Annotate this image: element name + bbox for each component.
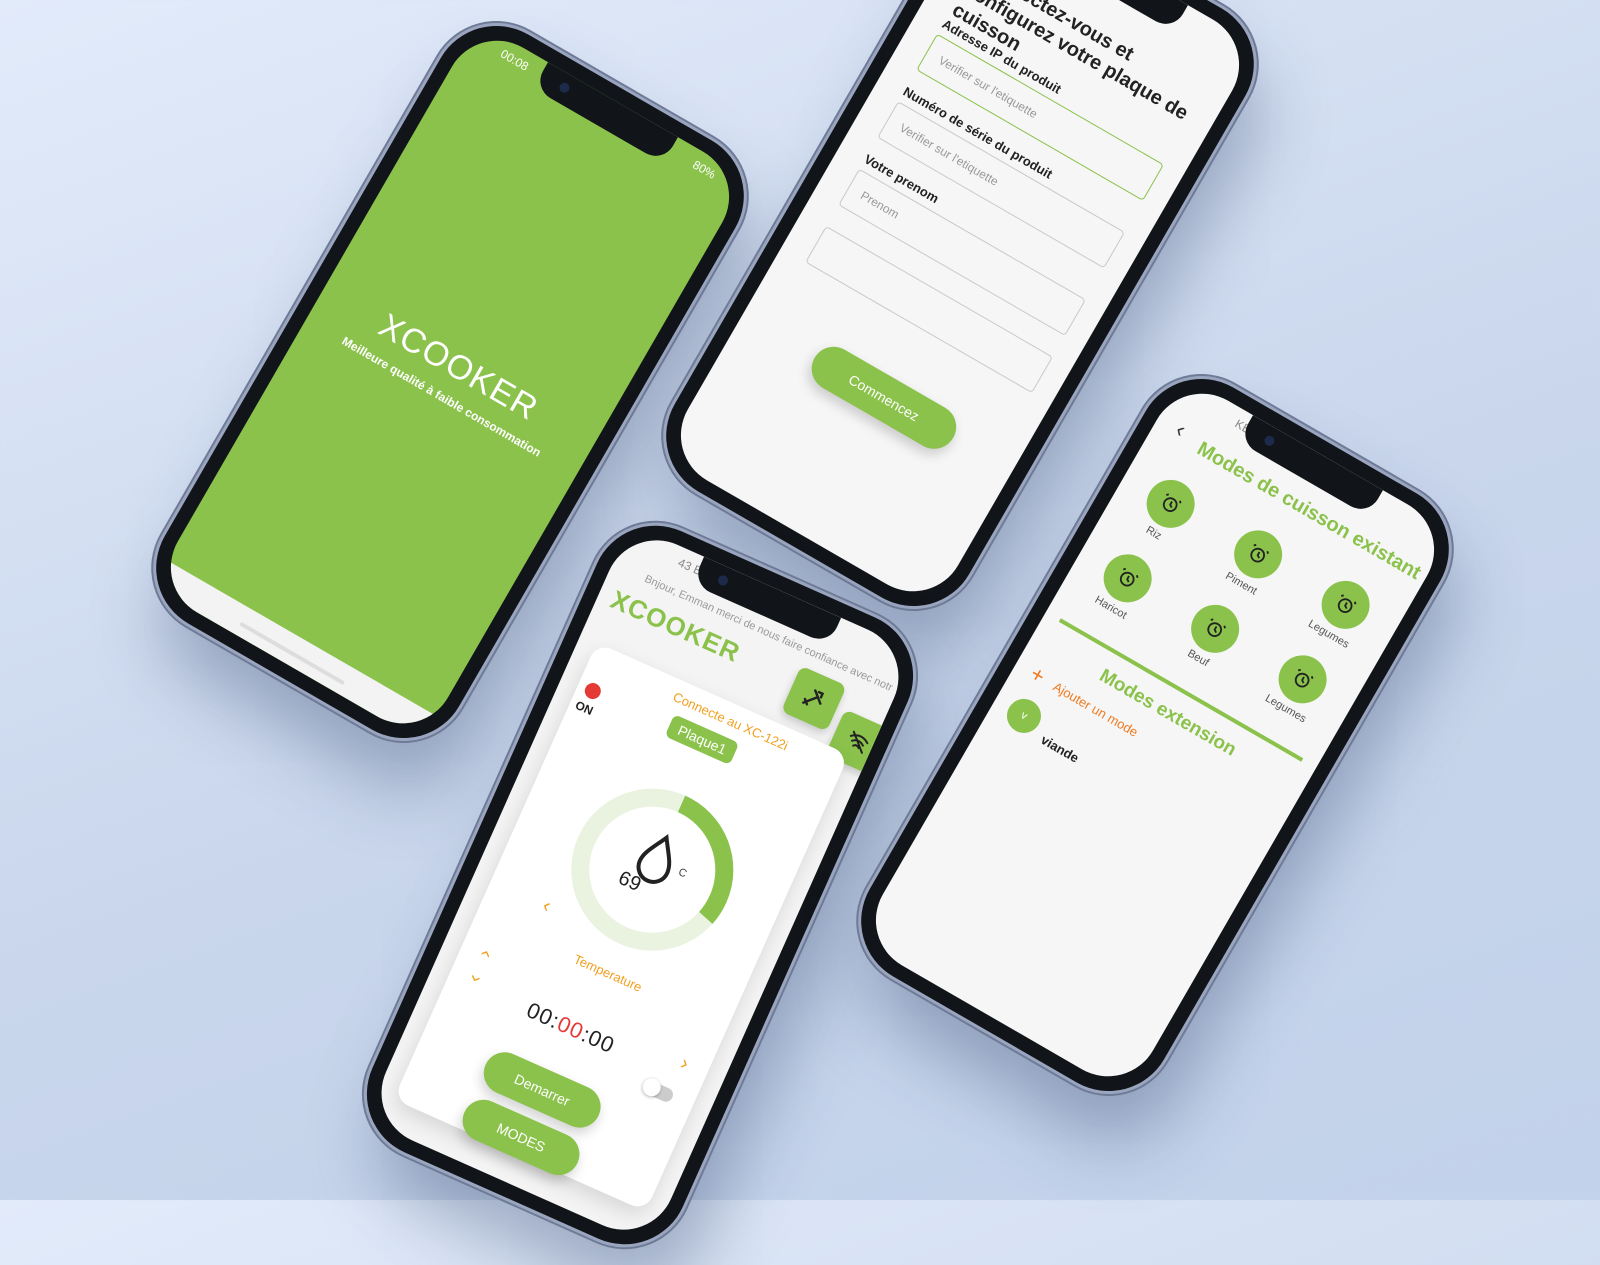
timer-next-chevron-icon[interactable]: › bbox=[677, 1052, 692, 1076]
temperature-label: Temperature bbox=[571, 951, 645, 995]
back-arrow-icon[interactable]: ‹ bbox=[1171, 417, 1190, 443]
power-indicator bbox=[582, 680, 604, 702]
timer-toggle[interactable] bbox=[642, 1078, 676, 1104]
status-battery: 80% bbox=[690, 157, 719, 182]
mode-item[interactable]: Haricot bbox=[1073, 538, 1174, 633]
camera bbox=[1262, 433, 1277, 448]
notch bbox=[533, 62, 678, 164]
camera bbox=[557, 80, 572, 95]
tools-icon bbox=[802, 689, 825, 706]
start-button[interactable]: Commencez bbox=[803, 338, 965, 457]
app-title: XCOOKER bbox=[372, 306, 545, 428]
wifi-off-icon bbox=[849, 730, 869, 754]
extension-title: Modes extension bbox=[1095, 665, 1240, 761]
custom-mode-avatar[interactable]: v bbox=[1000, 692, 1048, 740]
mode-item[interactable]: Legumes bbox=[1291, 564, 1392, 659]
mode-item[interactable]: Beuf bbox=[1160, 588, 1261, 683]
bottom-bar bbox=[151, 560, 438, 743]
timer-up-chevron-icon[interactable]: ‹ bbox=[474, 946, 498, 962]
custom-mode-label[interactable]: viande bbox=[1038, 732, 1081, 766]
mode-item[interactable]: Riz bbox=[1116, 463, 1217, 558]
status-time: 00:08 bbox=[498, 46, 532, 74]
plate-card: Connecte au XC-122i Plaque1 ON C 69 ‹ Te… bbox=[393, 642, 850, 1212]
temperature-gauge bbox=[571, 788, 734, 951]
home-indicator[interactable] bbox=[239, 621, 346, 686]
add-icon[interactable]: + bbox=[1025, 661, 1050, 690]
camera bbox=[716, 573, 730, 588]
timer-display: 00:00:00 bbox=[523, 997, 619, 1059]
power-state: ON bbox=[573, 697, 596, 719]
mode-item[interactable]: Legumes bbox=[1248, 639, 1349, 734]
mode-item[interactable]: Piment bbox=[1203, 514, 1304, 609]
timer-down-chevron-icon[interactable]: ‹ bbox=[463, 971, 487, 986]
settings-tools-button[interactable] bbox=[780, 665, 847, 732]
